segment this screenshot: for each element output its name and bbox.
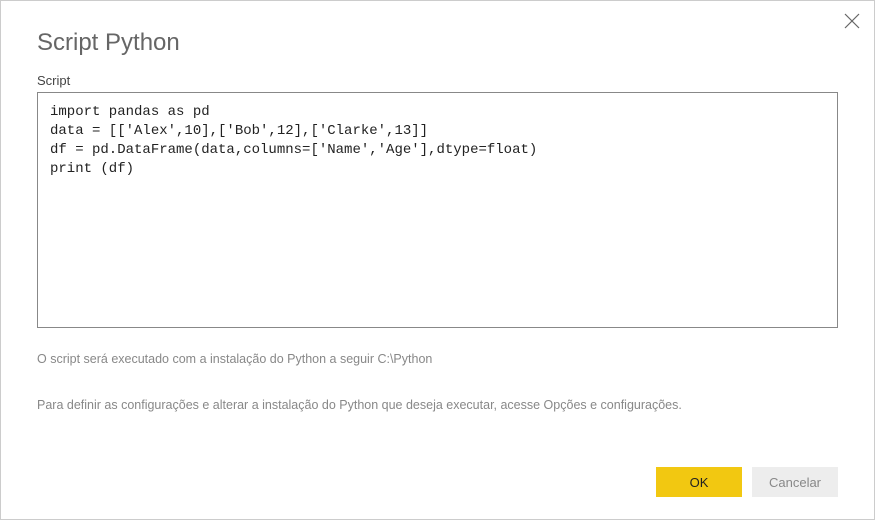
close-button[interactable] bbox=[844, 13, 860, 29]
dialog-title: Script Python bbox=[1, 1, 874, 73]
cancel-button[interactable]: Cancelar bbox=[752, 467, 838, 497]
close-icon bbox=[844, 13, 860, 29]
python-script-dialog: Script Python Script O script será execu… bbox=[0, 0, 875, 520]
python-settings-info: Para definir as configurações e alterar … bbox=[1, 391, 874, 415]
ok-button[interactable]: OK bbox=[656, 467, 742, 497]
dialog-button-row: OK Cancelar bbox=[656, 467, 838, 497]
script-input[interactable] bbox=[37, 92, 838, 328]
script-field-label: Script bbox=[1, 73, 874, 92]
python-path-info: O script será executado com a instalação… bbox=[1, 345, 874, 369]
